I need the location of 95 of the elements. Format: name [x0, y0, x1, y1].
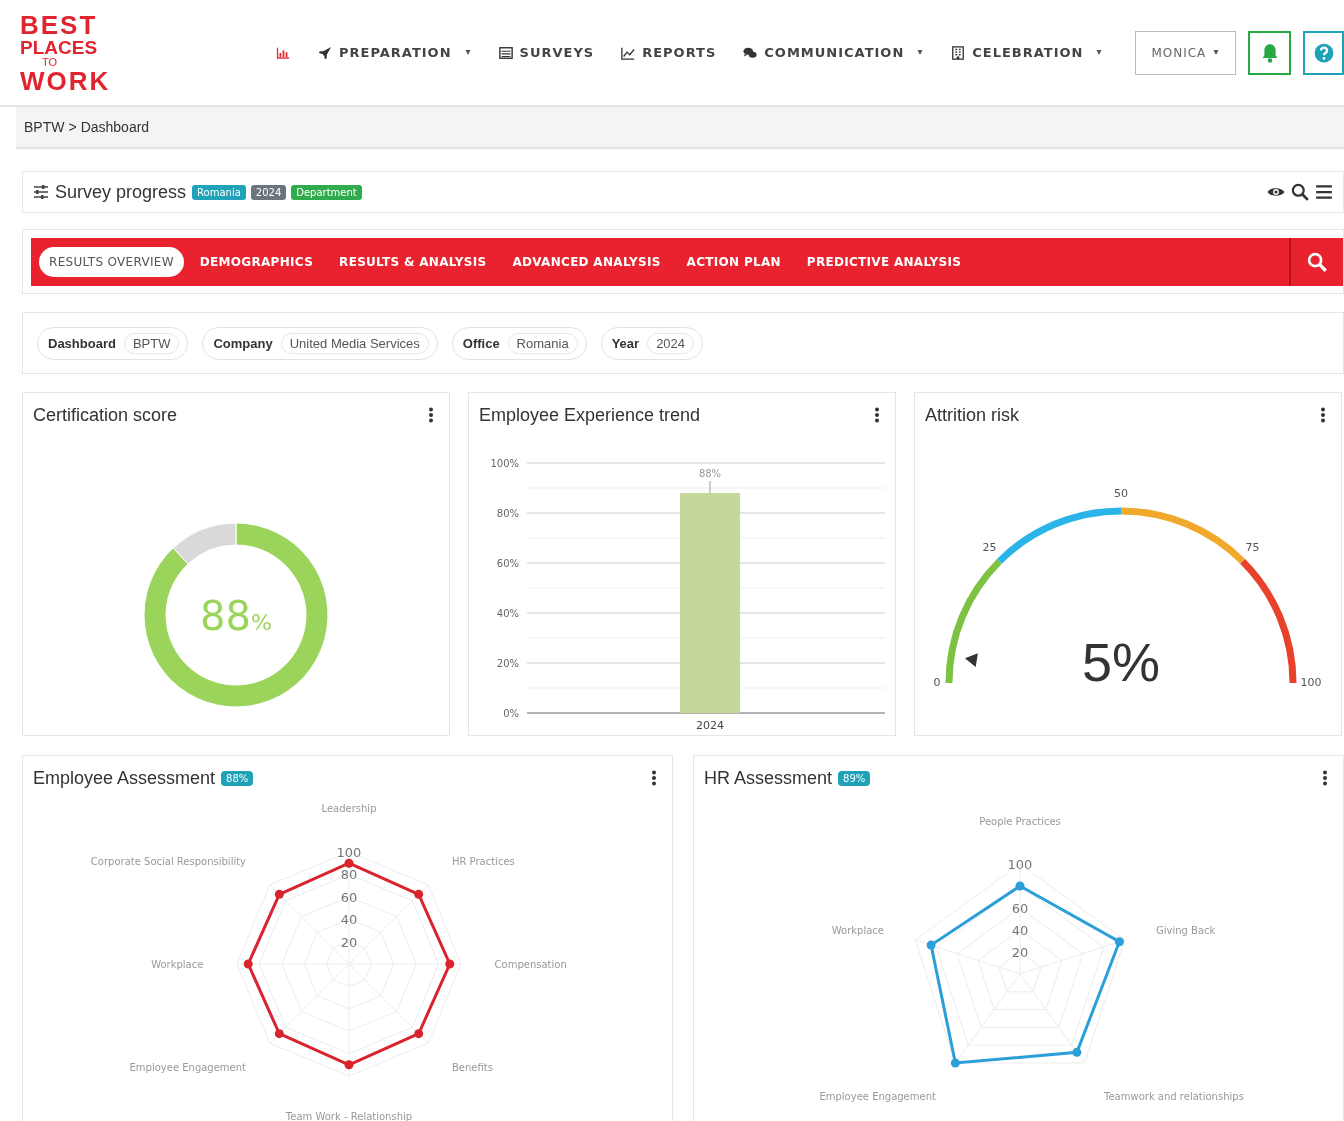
- gauge-tick-label: 100: [1300, 676, 1322, 689]
- axis-label: Workplace: [831, 924, 884, 936]
- chat-icon: [742, 45, 759, 60]
- y-axis-label: 80%: [496, 508, 519, 519]
- widget-title: HR Assessment: [704, 767, 833, 789]
- tick-label: 40: [1011, 923, 1029, 938]
- notifications-button[interactable]: [1248, 30, 1292, 75]
- nav-link[interactable]: CELEBRATION: [950, 45, 1104, 60]
- y-axis-label: 20%: [496, 658, 519, 669]
- search-icon: [1307, 252, 1327, 272]
- data-point: [344, 858, 354, 868]
- axis-label: Teamwork and relationships: [1104, 1090, 1244, 1102]
- axis-label: Leadership: [321, 803, 377, 815]
- axis-label: Benefits: [451, 1061, 493, 1073]
- help-button[interactable]: [1303, 30, 1344, 75]
- data-point: [414, 1029, 424, 1039]
- widget-title: Employee Assessment: [33, 767, 216, 789]
- score-value: 88%: [200, 593, 272, 639]
- x-axis-label: 2024: [696, 719, 724, 732]
- tab[interactable]: DEMOGRAPHICS: [189, 247, 324, 277]
- data-point: [344, 1060, 354, 1070]
- breadcrumb-link[interactable]: BPTW: [24, 119, 65, 135]
- line-chart-icon: [620, 45, 637, 60]
- data-point: [1114, 937, 1124, 947]
- data-point: [243, 959, 253, 969]
- tick-label: 60: [1011, 901, 1029, 916]
- tag: Department: [291, 184, 362, 200]
- bar-chart-icon: [275, 45, 291, 60]
- tick-label: 60: [340, 889, 358, 905]
- data-point: [926, 940, 936, 950]
- y-axis-label: 60%: [496, 558, 519, 569]
- filter-label: Year: [611, 335, 640, 351]
- axis-label: Compensation: [494, 959, 567, 970]
- data-point: [414, 889, 424, 899]
- gauge-tick-label: 75: [1245, 541, 1260, 555]
- score-badge: 89%: [838, 770, 871, 786]
- building-icon: [950, 45, 967, 60]
- tab[interactable]: ACTION PLAN: [676, 247, 791, 277]
- tag: 2024: [250, 184, 287, 200]
- search-icon[interactable]: [1291, 183, 1309, 201]
- tab[interactable]: PREDICTIVE ANALYSIS: [796, 247, 972, 277]
- tag: Romania: [192, 184, 246, 200]
- widget-title: Employee Experience trend: [479, 404, 701, 426]
- widget-title: Certification score: [33, 404, 178, 426]
- data-point: [950, 1058, 960, 1068]
- axis-label: Giving Back: [1156, 924, 1216, 936]
- nav-link[interactable]: COMMUNICATION: [742, 45, 925, 60]
- breadcrumb-link[interactable]: Dashboard: [80, 119, 150, 135]
- nav-link[interactable]: SURVEYS: [497, 45, 595, 60]
- sliders-icon: [33, 184, 49, 200]
- tick-label: 100: [1007, 857, 1033, 872]
- menu-icon[interactable]: [1315, 183, 1333, 201]
- nav-link[interactable]: REPORTS: [620, 45, 717, 60]
- tick-label: 40: [340, 912, 358, 928]
- data-point: [1072, 1047, 1082, 1057]
- data-label: 88%: [698, 468, 722, 479]
- leader-line: [709, 480, 711, 494]
- widget-title: Attrition risk: [925, 404, 1020, 426]
- tab[interactable]: RESULTS & ANALYSIS: [329, 247, 497, 277]
- axis-label: Employee Engagement: [819, 1090, 936, 1102]
- data-point: [445, 959, 455, 969]
- axis-label: Corporate Social Responsibility: [90, 856, 247, 868]
- data-point: [1015, 881, 1025, 891]
- gauge-tick-label: 25: [982, 541, 997, 555]
- axis-label: Workplace: [151, 959, 204, 970]
- y-axis-label: 40%: [496, 608, 519, 619]
- data-point: [274, 1029, 284, 1039]
- breadcrumb-separator: >: [68, 119, 77, 135]
- axis-label: HR Practices: [451, 856, 515, 868]
- score-badge: 88%: [221, 770, 254, 786]
- tab[interactable]: ADVANCED ANALYSIS: [502, 247, 671, 277]
- data-point: [274, 889, 284, 899]
- axis-label: Team Work - Relationship: [285, 1110, 413, 1121]
- tick-label: 20: [1011, 945, 1029, 960]
- user-menu-button[interactable]: MONICA: [1135, 30, 1237, 75]
- axis-label: People Practices: [979, 816, 1061, 827]
- filter-label: Dashboard: [48, 335, 116, 351]
- gauge-tick-label: 50: [1114, 487, 1128, 500]
- tab[interactable]: RESULTS OVERVIEW: [39, 247, 184, 277]
- y-axis-label: 100%: [490, 458, 519, 469]
- y-axis-label: 0%: [503, 708, 519, 719]
- gauge-value: 5%: [1082, 632, 1160, 692]
- filter-label: Company: [213, 335, 273, 351]
- nav-link[interactable]: PREPARATION: [317, 45, 472, 60]
- nav-icon-link[interactable]: [275, 45, 291, 60]
- help-icon: [1313, 42, 1334, 63]
- list-icon: [497, 45, 514, 60]
- logo: BEST PLACES TO WORK: [20, 11, 110, 94]
- filter-label: Office: [462, 335, 500, 351]
- panel-title: Survey progress: [55, 181, 187, 203]
- axis-label: Employee Engagement: [129, 1061, 247, 1073]
- gauge-tick-label: 0: [933, 676, 941, 689]
- tick-label: 20: [340, 934, 358, 950]
- tick-label: 80: [340, 867, 358, 883]
- tick-label: 100: [336, 845, 362, 860]
